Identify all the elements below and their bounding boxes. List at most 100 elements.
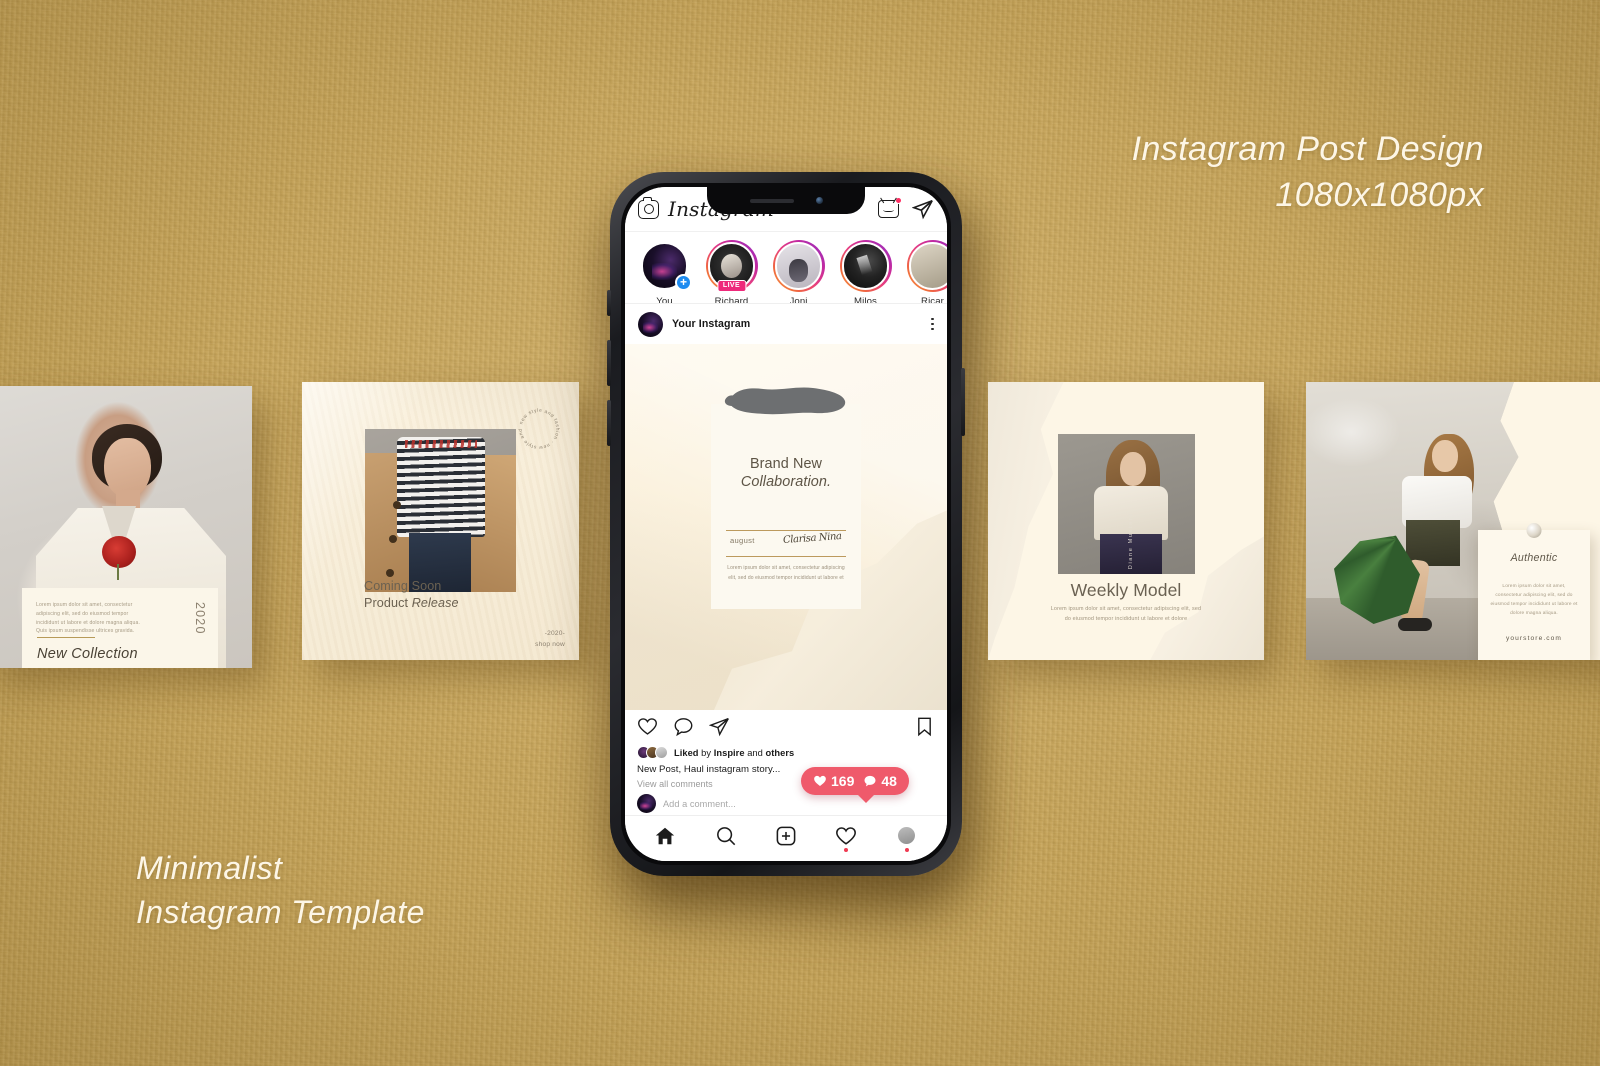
- card-url: yourstore.com: [1505, 635, 1563, 642]
- card-lorem-text: Lorem ipsum dolor sit amet, consectetur …: [1490, 584, 1578, 617]
- liked-user[interactable]: Inspire: [714, 748, 745, 758]
- avatar: [908, 242, 947, 290]
- add-story-plus-icon[interactable]: +: [675, 274, 692, 291]
- post-card-coming-soon[interactable]: new style and fashion · new style and fa…: [302, 382, 579, 660]
- card-lorem-text: Lorem ipsum dolor sit amet, consectetur …: [36, 602, 141, 635]
- liked-others[interactable]: others: [766, 748, 795, 758]
- story-item-richard[interactable]: LIVE Richard: [703, 240, 760, 304]
- notification-dot: [844, 847, 849, 852]
- phone-bezel: Instagram: [621, 183, 951, 865]
- phone-screen: Instagram: [625, 187, 947, 861]
- direct-message-icon[interactable]: [912, 198, 934, 220]
- phone-volume-up-button[interactable]: [607, 340, 611, 386]
- story-ring: [906, 240, 947, 292]
- coat-button: [386, 569, 394, 577]
- headline-left-line1: Minimalist: [136, 850, 283, 886]
- story-label: Ricar: [921, 296, 944, 304]
- card-footer: -2020- shop now: [535, 629, 565, 651]
- card-title: Coming Soon Product Release: [364, 578, 459, 612]
- activity-icon[interactable]: [831, 821, 861, 852]
- earpiece-speaker: [749, 198, 794, 203]
- model-face: [104, 438, 151, 498]
- heart-icon: [814, 775, 826, 786]
- headline-right-line1: Instagram Post Design: [1131, 130, 1484, 168]
- story-item-ricardo[interactable]: Ricar: [904, 240, 947, 304]
- comment-input-placeholder[interactable]: Add a comment...: [663, 799, 736, 809]
- liked-by-text[interactable]: Liked by Inspire and others: [674, 748, 794, 758]
- comment-icon[interactable]: [673, 716, 694, 737]
- avatar: [841, 242, 890, 290]
- card-footer-year: -2020-: [544, 630, 565, 638]
- liked-by-row: Liked by Inspire and others: [637, 743, 935, 762]
- model-face: [1120, 452, 1146, 486]
- story-ring: [772, 240, 825, 292]
- post-header: Your Instagram: [625, 304, 947, 344]
- post-card-weekly-model[interactable]: Diane Mustard Weekly Model Lorem ipsum d…: [988, 382, 1264, 660]
- liked-by-avatars: [637, 746, 668, 759]
- coat-button: [389, 535, 397, 543]
- profile-icon[interactable]: [892, 821, 922, 852]
- header-actions: [878, 197, 934, 220]
- story-label: Joni: [789, 296, 808, 304]
- comments-count-item: 48: [863, 773, 897, 789]
- post-title-line1: Brand New: [749, 456, 823, 472]
- search-icon[interactable]: [711, 821, 741, 851]
- coat-button: [393, 501, 401, 509]
- avatar[interactable]: [638, 311, 663, 337]
- headline-left-line2: Instagram Template: [136, 894, 425, 930]
- home-icon[interactable]: [650, 821, 680, 851]
- avatar: [655, 746, 668, 759]
- phone-mute-switch[interactable]: [607, 290, 611, 316]
- post-caption-area: Liked by Inspire and others New Post, Ha…: [625, 743, 947, 815]
- card-lorem-text: Lorem ipsum dolor sit amet, consectetur …: [1050, 606, 1202, 622]
- igtv-wave: [883, 207, 894, 212]
- avatar: [774, 242, 823, 290]
- story-label: Milos: [854, 296, 877, 304]
- share-icon[interactable]: [709, 716, 730, 737]
- model-face: [1432, 440, 1458, 472]
- story-item-milos[interactable]: Milos: [837, 240, 894, 304]
- add-post-icon[interactable]: [771, 821, 801, 851]
- phone-power-button[interactable]: [961, 368, 965, 436]
- igtv-notification-dot: [895, 197, 902, 204]
- post-month: august: [730, 536, 755, 545]
- post-lorem-text: Lorem ipsum dolor sit amet, consectetur …: [727, 565, 845, 581]
- comments-count: 48: [881, 773, 897, 789]
- pin-icon: [1526, 523, 1542, 538]
- card-photo: Diane Mustard: [1058, 434, 1195, 574]
- liked-label: Liked: [674, 747, 699, 758]
- phone-volume-down-button[interactable]: [607, 400, 611, 446]
- card-title: Weekly Model: [1070, 580, 1182, 600]
- likes-count: 169: [831, 773, 855, 789]
- notification-dot: [904, 847, 909, 852]
- card-title-line1: Coming Soon: [364, 578, 442, 593]
- story-label: You: [656, 296, 673, 304]
- camera-icon[interactable]: [638, 196, 659, 219]
- story-item-you[interactable]: + You: [636, 240, 693, 304]
- post-author-name[interactable]: Your Instagram: [672, 318, 750, 330]
- card-title-emphasis: Release: [411, 595, 459, 610]
- post-title-line2: Collaboration.: [740, 474, 832, 490]
- card-footer-cta: shop now: [535, 641, 565, 649]
- post-card-new-collection[interactable]: Lorem ipsum dolor sit amet, consectetur …: [0, 386, 252, 668]
- avatar: [898, 827, 916, 844]
- live-badge: LIVE: [716, 279, 747, 292]
- story-label: Richard: [714, 296, 749, 304]
- add-comment-row[interactable]: Add a comment...: [637, 794, 935, 813]
- heart-icon[interactable]: [637, 716, 658, 737]
- divider: [37, 636, 95, 638]
- bookmark-icon[interactable]: [914, 716, 935, 737]
- igtv-icon[interactable]: [878, 197, 902, 218]
- note-card: Authentic Lorem ipsum dolor sit amet, co…: [1478, 523, 1590, 660]
- stories-tray[interactable]: + You LIVE Richard Joni Milos Ricar: [625, 232, 947, 304]
- model-shoe: [1398, 618, 1432, 631]
- card-title: Authentic: [1510, 552, 1558, 564]
- liked-and: and: [744, 747, 766, 758]
- post-image[interactable]: Brand New Collaboration. august Clarisa …: [625, 344, 947, 710]
- card-year: 2020: [193, 602, 207, 635]
- phone-notch: [707, 187, 865, 214]
- front-camera: [815, 197, 823, 204]
- post-card-authentic[interactable]: Authentic Lorem ipsum dolor sit amet, co…: [1306, 382, 1600, 660]
- story-item-joni[interactable]: Joni: [770, 240, 827, 304]
- more-options-icon[interactable]: [931, 317, 934, 331]
